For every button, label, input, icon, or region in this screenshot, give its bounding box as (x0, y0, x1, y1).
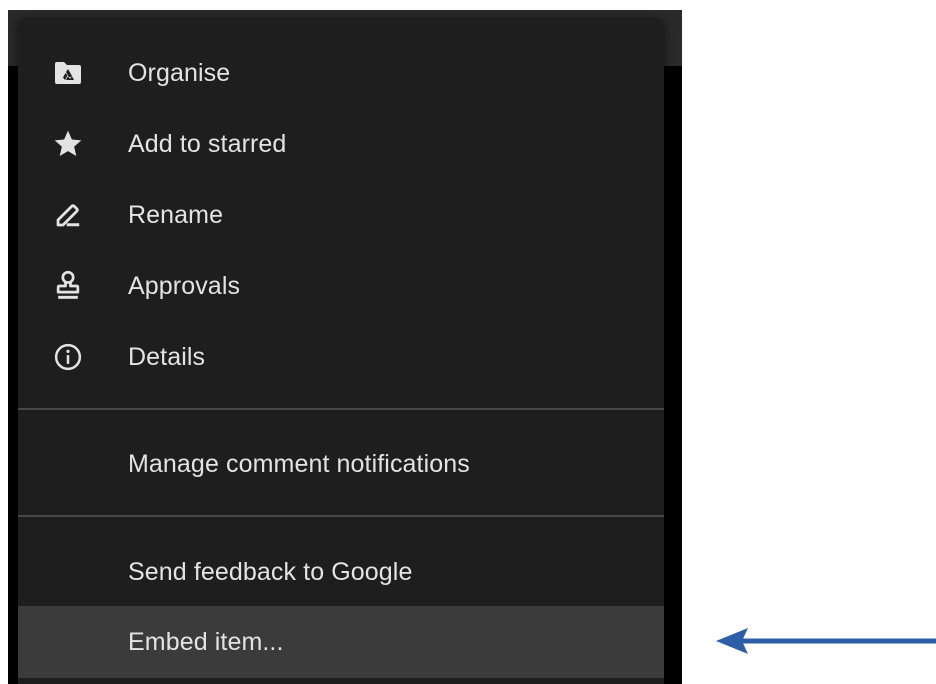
menu-item-label: Embed item... (128, 627, 284, 656)
menu-item-send-feedback[interactable]: Send feedback to Google (18, 537, 664, 607)
menu-item-label: Add to starred (128, 129, 287, 158)
menu-item-label: Details (128, 342, 206, 371)
info-icon (50, 339, 86, 375)
menu-item-manage-comment-notifications[interactable]: Manage comment notifications (18, 429, 664, 499)
screenshot-stage: Organise Add to starred Rename Approvals… (0, 0, 936, 684)
menu-item-embed-item[interactable]: Embed item... (18, 606, 664, 678)
context-menu: Organise Add to starred Rename Approvals… (18, 18, 664, 684)
annotation-arrow-icon (716, 628, 936, 654)
menu-divider (18, 408, 664, 410)
pencil-icon (50, 197, 86, 233)
menu-item-add-to-starred[interactable]: Add to starred (18, 109, 664, 179)
menu-item-organise[interactable]: Organise (18, 38, 664, 108)
menu-item-rename[interactable]: Rename (18, 180, 664, 250)
drive-folder-icon (50, 55, 86, 91)
menu-item-details[interactable]: Details (18, 322, 664, 392)
menu-divider (18, 515, 664, 517)
menu-item-label: Approvals (128, 271, 241, 300)
menu-item-label: Rename (128, 200, 224, 229)
menu-item-label: Send feedback to Google (128, 557, 413, 586)
star-icon (50, 126, 86, 162)
stamp-icon (50, 268, 86, 304)
menu-item-label: Organise (128, 58, 231, 87)
menu-item-label: Manage comment notifications (128, 449, 470, 478)
menu-item-approvals[interactable]: Approvals (18, 251, 664, 321)
